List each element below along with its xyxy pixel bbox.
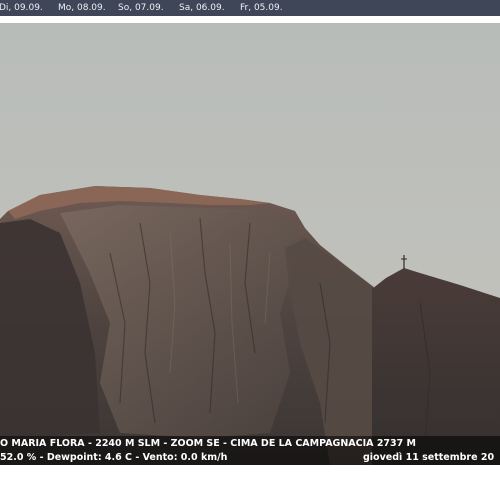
caption-date: giovedì 11 settembre 20 — [363, 452, 495, 463]
date-nav-bar: Di, 09.09. Mo, 08.09. So, 07.09. Sa, 06.… — [0, 0, 500, 16]
caption-location: O MARIA FLORA - 2240 M SLM - ZOOM SE - C… — [0, 438, 417, 449]
date-tab-1[interactable]: Di, 09.09. — [0, 0, 43, 16]
webcam-image — [0, 23, 500, 465]
webcam-caption-title: O MARIA FLORA - 2240 M SLM - ZOOM SE - C… — [0, 436, 500, 451]
spacer — [0, 16, 500, 23]
date-tab-2[interactable]: Mo, 08.09. — [58, 0, 106, 16]
date-tab-4[interactable]: Sa, 06.09. — [179, 0, 225, 16]
date-tab-5[interactable]: Fr, 05.09. — [240, 0, 283, 16]
page-bottom — [0, 465, 500, 500]
mountain-scene — [0, 23, 500, 465]
date-tab-3[interactable]: So, 07.09. — [118, 0, 164, 16]
webcam-caption-weather: 52.0 % - Dewpoint: 4.6 C - Vento: 0.0 km… — [0, 451, 500, 465]
caption-weather-readings: 52.0 % - Dewpoint: 4.6 C - Vento: 0.0 km… — [0, 452, 228, 463]
